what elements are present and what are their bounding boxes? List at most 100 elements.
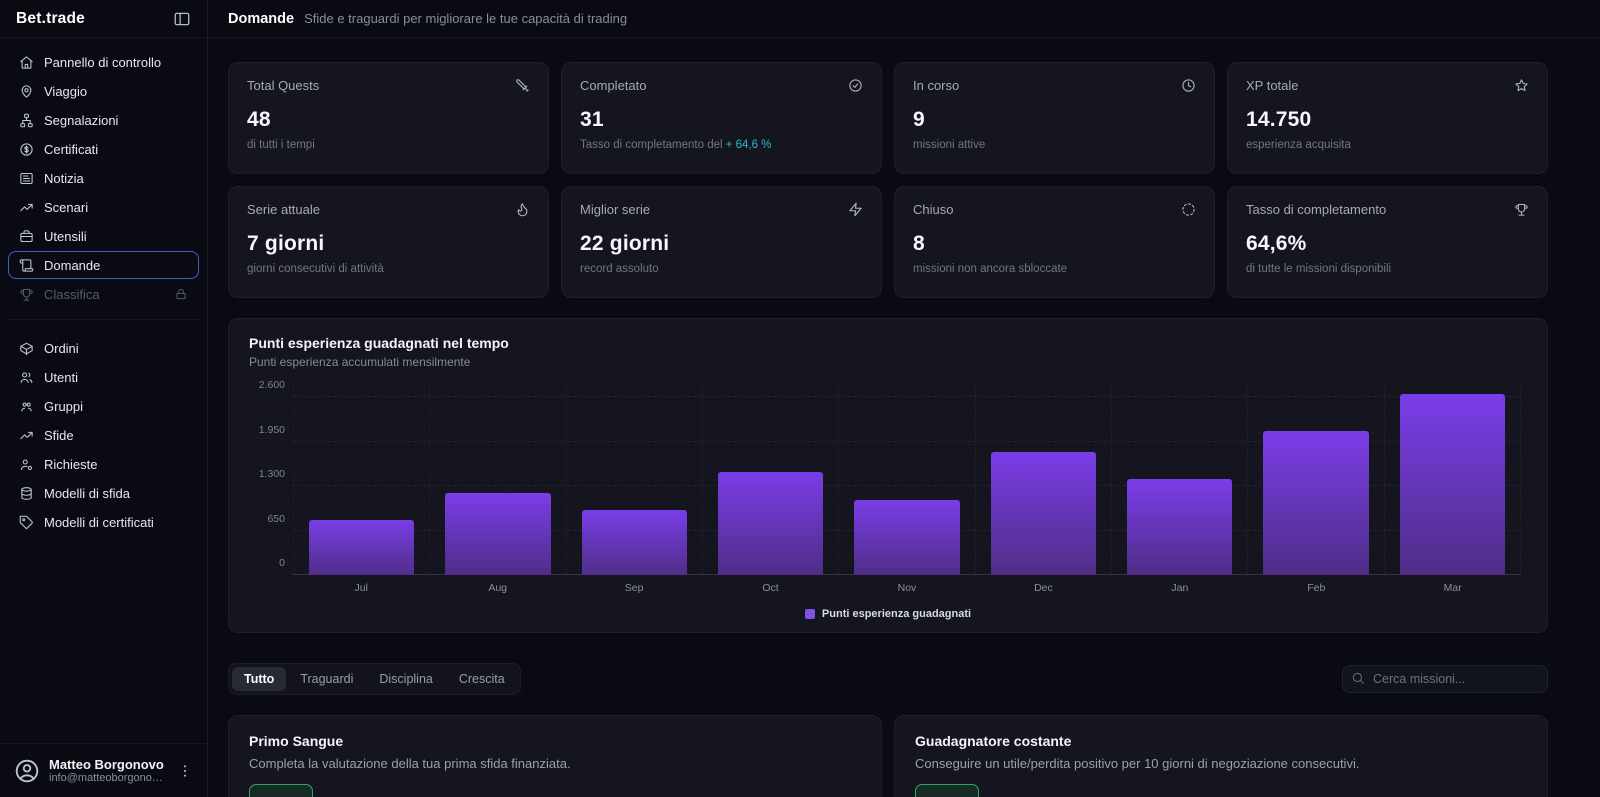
bar-oct[interactable] (717, 472, 824, 575)
sidebar-item-label: Classifica (44, 286, 100, 302)
chart-plot: 0 650 1.300 1.950 2.600 (259, 379, 1521, 575)
stat-subtitle: missioni attive (913, 139, 986, 151)
x-tick-label: Jan (1171, 582, 1189, 594)
sidebar-item-modelli-di-certificati[interactable]: Modelli di certificati (8, 508, 199, 536)
tab-traguardi[interactable]: Traguardi (288, 667, 365, 691)
sidebar-item-domande[interactable]: Domande (8, 251, 199, 279)
bar-sep[interactable] (581, 509, 688, 575)
bar-feb[interactable] (1263, 431, 1369, 575)
user-meta: Matteo Borgonovo info@matteoborgonovo.co… (49, 757, 168, 784)
sidebar-item-label: Viaggio (44, 83, 88, 99)
sidebar-item-ordini[interactable]: Ordini (8, 334, 199, 362)
stat-card-completato: Completato 31 Tasso di completamento del +… (561, 62, 882, 174)
sidebar-item-classifica[interactable]: Classifica (8, 280, 199, 308)
x-tick-label: Mar (1443, 582, 1462, 594)
bar-cell (976, 383, 1112, 575)
sidebar-item-label: Sfide (44, 427, 74, 443)
mission-card-guadagnatore-costante[interactable]: Guadagnatore costante Conseguire un utile… (894, 715, 1548, 797)
user-email: info@matteoborgonovo.com (49, 772, 168, 784)
tab-tutto[interactable]: Tutto (232, 667, 287, 691)
network-icon (19, 113, 34, 128)
stat-card-tasso-di-completamento: Tasso di completamento 64,6% di tutte le m… (1227, 186, 1548, 298)
stat-card-header: In corso (913, 78, 1196, 93)
sidebar-item-notizia[interactable]: Notizia (8, 164, 199, 192)
lock-icon (174, 287, 188, 301)
mission-card-primo-sangue[interactable]: Primo Sangue Completa la valutazione dell… (228, 715, 882, 797)
dashed-circle-icon (1181, 202, 1196, 217)
sidebar-item-label: Richieste (44, 456, 98, 472)
stat-card-header: Miglior serie (580, 202, 863, 217)
stat-title: XP totale (1246, 78, 1299, 93)
bars-layer (293, 383, 1521, 575)
user-avatar-icon (14, 758, 40, 784)
stat-subtitle: di tutte le missioni disponibili (1246, 263, 1392, 275)
sidebar-item-utensili[interactable]: Utensili (8, 222, 199, 250)
check-circle-icon (848, 78, 863, 93)
database-icon (19, 486, 34, 501)
tag-icon (19, 515, 34, 530)
sidebar-item-utenti[interactable]: Utenti (8, 363, 199, 391)
y-tick-label: 1.300 (258, 468, 285, 480)
stat-card-header: Completato (580, 78, 863, 93)
sidebar-item-certificati[interactable]: Certificati (8, 135, 199, 163)
stat-value: 8 (913, 232, 925, 255)
app-logo: Bet.trade (16, 9, 85, 27)
sidebar-item-label: Scenari (44, 199, 89, 215)
reward-badge (915, 784, 979, 797)
bar-aug[interactable] (445, 492, 551, 575)
sidebar-item-richieste[interactable]: Richieste (8, 450, 199, 478)
search-input[interactable] (1342, 665, 1548, 693)
user-footer[interactable]: Matteo Borgonovo info@matteoborgonovo.co… (0, 743, 207, 797)
mission-title: Primo Sangue (249, 733, 344, 749)
stat-card-header: Total Quests (247, 78, 530, 93)
stat-subtitle: esperienza acquisita (1246, 139, 1351, 151)
stat-subtitle: missioni non ancora sbloccate (913, 263, 1068, 275)
stat-card-header: XP totale (1246, 78, 1529, 93)
sidebar-item-segnalazioni[interactable]: Segnalazioni (8, 106, 199, 134)
stat-value: 64,6% (1246, 232, 1307, 255)
tab-disciplina[interactable]: Disciplina (367, 667, 445, 691)
zap-icon (848, 202, 863, 217)
search-icon (1351, 671, 1365, 685)
user-name: Matteo Borgonovo (49, 757, 164, 772)
trending-up-icon (19, 428, 34, 443)
bar-cell (567, 383, 703, 575)
newspaper-icon (19, 171, 34, 186)
stat-card-header: Tasso di completamento (1246, 202, 1529, 217)
y-tick-label: 1.950 (258, 423, 285, 436)
y-tick-label: 2.600 (258, 379, 285, 391)
sidebar-item-label: Domande (44, 257, 101, 273)
bar-jul[interactable] (308, 520, 415, 575)
tab-crescita[interactable]: Crescita (447, 667, 517, 691)
stat-subtitle: giorni consecutivi di attività (247, 263, 384, 275)
stat-card-in-corso: In corso 9 missioni attive (894, 62, 1215, 174)
stat-subtitle: Tasso di completamento del + 64,6 % (580, 139, 772, 151)
stat-card-serie-attuale: Serie attuale 7 giorni giorni consecutivi … (228, 186, 549, 298)
chart-x-axis: Jul Aug Sep Oct Nov Dec Jan Feb Mar (293, 582, 1521, 594)
sidebar-item-modelli-di-sfida[interactable]: Modelli di sfida (8, 479, 199, 507)
stat-subtitle: di tutti i tempi (247, 139, 315, 151)
stat-title: Total Quests (247, 78, 320, 93)
nav-primary: Pannello di controllo Viaggio Segnalazioni… (0, 38, 207, 315)
chart-title: Punti esperienza guadagnati nel tempo (249, 335, 509, 351)
filter-row: Tutto Traguardi Disciplina Crescita (228, 663, 1548, 695)
bar-jan[interactable] (1126, 479, 1233, 575)
sidebar-item-scenari[interactable]: Scenari (8, 193, 199, 221)
sidebar-collapse-icon[interactable] (173, 10, 191, 28)
sidebar-item-gruppi[interactable]: Gruppi (8, 392, 199, 420)
x-tick-label: Nov (897, 582, 917, 594)
bar-dec[interactable] (990, 451, 1097, 575)
sidebar-item-pannello-di-controllo[interactable]: Pannello di controllo (8, 48, 199, 76)
user-menu-icon[interactable] (177, 763, 193, 779)
mission-description: Completa la valutazione della tua prima … (249, 756, 571, 771)
sidebar-item-sfide[interactable]: Sfide (8, 421, 199, 449)
sidebar-item-label: Modelli di certificati (44, 514, 154, 530)
sidebar-item-label: Gruppi (44, 398, 84, 414)
chart-subtitle: Punti esperienza accumulati mensilmente (249, 355, 471, 369)
sidebar-item-viaggio[interactable]: Viaggio (8, 77, 199, 105)
page-title: Domande (228, 10, 295, 27)
bar-mar[interactable] (1399, 393, 1506, 575)
chart-area: 0 650 1.300 1.950 2.600 Jul Aug Sep Oct Nov Dec Ja… (249, 379, 1527, 620)
sidebar-item-label: Utenti (44, 369, 78, 385)
bar-nov[interactable] (854, 499, 960, 575)
